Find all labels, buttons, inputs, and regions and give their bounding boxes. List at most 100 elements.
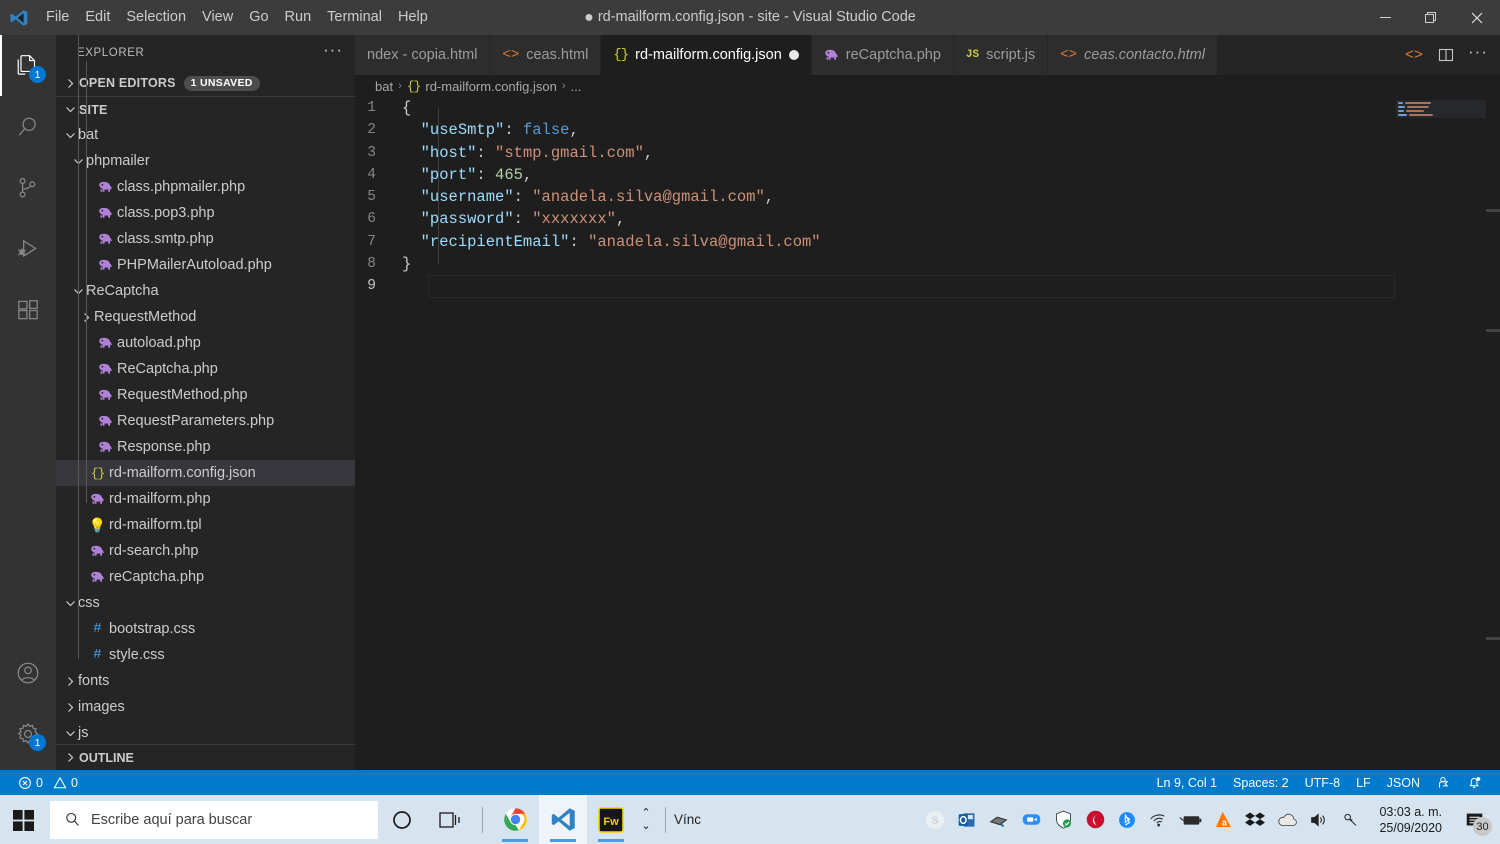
code-line[interactable]: 3 "host": "stmp.gmail.com", — [355, 142, 1500, 164]
menu-terminal[interactable]: Terminal — [319, 0, 390, 35]
minimap[interactable] — [1396, 97, 1486, 770]
battery-icon[interactable] — [1175, 795, 1207, 844]
status-encoding[interactable]: UTF-8 — [1297, 770, 1348, 795]
more-actions-icon[interactable]: ··· — [1462, 35, 1494, 75]
outlook-icon[interactable] — [951, 795, 983, 844]
avast-icon[interactable]: a — [1207, 795, 1239, 844]
printer-icon[interactable] — [983, 795, 1015, 844]
tree-item-rd-mailform-tpl[interactable]: 💡 rd-mailform.tpl — [56, 512, 355, 538]
menu-view[interactable]: View — [194, 0, 241, 35]
minimize-button[interactable] — [1362, 0, 1408, 35]
tab-recaptcha-php[interactable]: reCaptcha.php — [811, 35, 954, 75]
section-open-editors[interactable]: OPEN EDITORS 1 UNSAVED — [56, 70, 355, 96]
tree-item-requestmethod[interactable]: RequestMethod — [56, 304, 355, 330]
taskbar-search-box[interactable]: Escribe aquí para buscar — [50, 800, 378, 839]
tree-item-rd-mailform-php[interactable]: rd-mailform.php — [56, 486, 355, 512]
menu-selection[interactable]: Selection — [118, 0, 194, 35]
code-line[interactable]: 8} — [355, 253, 1500, 275]
tree-item-requestmethod-php[interactable]: RequestMethod.php — [56, 382, 355, 408]
menu-edit[interactable]: Edit — [77, 0, 118, 35]
activitybar-explorer[interactable]: 1 — [0, 35, 56, 96]
section-outline[interactable]: OUTLINE — [56, 744, 355, 770]
volume-icon[interactable] — [1303, 795, 1335, 844]
open-preview-icon[interactable]: <> — [1398, 35, 1430, 75]
tree-item-rd-search-php[interactable]: rd-search.php — [56, 538, 355, 564]
tree-item-class-pop3-php[interactable]: class.pop3.php — [56, 200, 355, 226]
task-view-icon[interactable] — [426, 795, 474, 844]
tree-item-fonts[interactable]: fonts — [56, 668, 355, 694]
taskbar-overflow-arrows[interactable]: ⌃ ⌄ — [635, 795, 657, 844]
tab-script-js[interactable]: JS script.js — [953, 35, 1049, 75]
tab-dirty-indicator[interactable] — [788, 50, 799, 60]
tree-item-autoload-php[interactable]: autoload.php — [56, 330, 355, 356]
tab-ndex-copia-html[interactable]: ndex - copia.html — [355, 35, 491, 75]
breadcrumb-file[interactable]: rd-mailform.config.json — [425, 79, 557, 94]
tree-item-css[interactable]: css — [56, 590, 355, 616]
tree-item-js[interactable]: js — [56, 720, 355, 746]
tree-item-requestparameters-php[interactable]: RequestParameters.php — [56, 408, 355, 434]
code-line[interactable]: 1{ — [355, 97, 1500, 119]
dropbox-icon[interactable] — [1239, 795, 1271, 844]
menu-run[interactable]: Run — [277, 0, 320, 35]
wifi-icon[interactable] — [1143, 795, 1175, 844]
bluetooth-link-icon[interactable] — [1335, 795, 1367, 844]
antivirus-icon[interactable] — [1079, 795, 1111, 844]
tree-item-style-css[interactable]: # style.css — [56, 642, 355, 668]
onedrive-icon[interactable] — [1271, 795, 1303, 844]
status-language-mode[interactable]: JSON — [1379, 770, 1428, 795]
code-line[interactable]: 5 "username": "anadela.silva@gmail.com", — [355, 186, 1500, 208]
editor-scrollbar[interactable] — [1486, 97, 1500, 770]
taskbar-clock[interactable]: 03:03 a. m. 25/09/2020 — [1367, 804, 1454, 836]
cortana-icon[interactable] — [378, 795, 426, 844]
activitybar-extensions[interactable] — [0, 279, 56, 340]
status-eol[interactable]: LF — [1348, 770, 1379, 795]
tree-item-images[interactable]: images — [56, 694, 355, 720]
status-problems[interactable]: 0 0 — [10, 770, 86, 795]
taskbar-adobe-fireworks[interactable]: Fw — [587, 795, 635, 844]
tree-item-recaptcha[interactable]: ReCaptcha — [56, 278, 355, 304]
menu-file[interactable]: File — [38, 0, 77, 35]
tree-item-bat[interactable]: bat — [56, 122, 355, 148]
close-button[interactable] — [1454, 0, 1500, 35]
tree-item-phpmailer[interactable]: phpmailer — [56, 148, 355, 174]
code-line[interactable]: 7 "recipientEmail": "anadela.silva@gmail… — [355, 231, 1500, 253]
status-cursor-position[interactable]: Ln 9, Col 1 — [1149, 770, 1225, 795]
zoom-icon[interactable] — [1015, 795, 1047, 844]
status-indentation[interactable]: Spaces: 2 — [1225, 770, 1297, 795]
activitybar-accounts[interactable] — [0, 642, 56, 703]
vinc-label[interactable]: Vínc — [674, 812, 707, 827]
tab-ceas-contacto-html[interactable]: <> ceas.contacto.html — [1048, 35, 1218, 75]
tree-item-class-smtp-php[interactable]: class.smtp.php — [56, 226, 355, 252]
tab-ceas-html[interactable]: <> ceas.html — [490, 35, 602, 75]
taskbar-google-chrome[interactable] — [491, 795, 539, 844]
tree-item-class-phpmailer-php[interactable]: class.phpmailer.php — [56, 174, 355, 200]
section-site-root[interactable]: SITE — [56, 96, 355, 122]
menu-go[interactable]: Go — [241, 0, 276, 35]
explorer-more-actions-icon[interactable]: ··· — [323, 41, 343, 61]
activitybar-source-control[interactable] — [0, 157, 56, 218]
code-line[interactable]: 6 "password": "xxxxxxx", — [355, 208, 1500, 230]
activitybar-run-and-debug[interactable] — [0, 218, 56, 279]
skype-icon[interactable]: S — [919, 795, 951, 844]
menu-help[interactable]: Help — [390, 0, 436, 35]
tree-item-recaptcha-php[interactable]: reCaptcha.php — [56, 564, 355, 590]
tree-item-response-php[interactable]: Response.php — [56, 434, 355, 460]
breadcrumb-folder[interactable]: bat — [375, 79, 393, 94]
tree-item-phpmailerautoload-php[interactable]: PHPMailerAutoload.php — [56, 252, 355, 278]
start-button[interactable] — [0, 795, 48, 844]
tree-item-rd-mailform-config-json[interactable]: {} rd-mailform.config.json — [56, 460, 355, 486]
maximize-restore-button[interactable] — [1408, 0, 1454, 35]
status-notifications-bell-icon[interactable] — [1459, 770, 1490, 795]
breadcrumb-symbol[interactable]: ... — [571, 79, 582, 94]
tree-item-recaptcha-php[interactable]: ReCaptcha.php — [56, 356, 355, 382]
status-feedback-icon[interactable] — [1428, 770, 1459, 795]
code-line[interactable]: 4 "port": 465, — [355, 164, 1500, 186]
code-line[interactable]: 2 "useSmtp": false, — [355, 119, 1500, 141]
code-line[interactable]: 9 — [355, 275, 1500, 298]
code-editor[interactable]: 1{2 "useSmtp": false, 3 "host": "stmp.gma… — [355, 97, 1500, 770]
activitybar-manage-settings[interactable]: 1 — [0, 703, 56, 764]
bluetooth-icon[interactable] — [1111, 795, 1143, 844]
taskbar-visual-studio-code[interactable] — [539, 795, 587, 844]
activitybar-search[interactable] — [0, 96, 56, 157]
windows-security-icon[interactable] — [1047, 795, 1079, 844]
